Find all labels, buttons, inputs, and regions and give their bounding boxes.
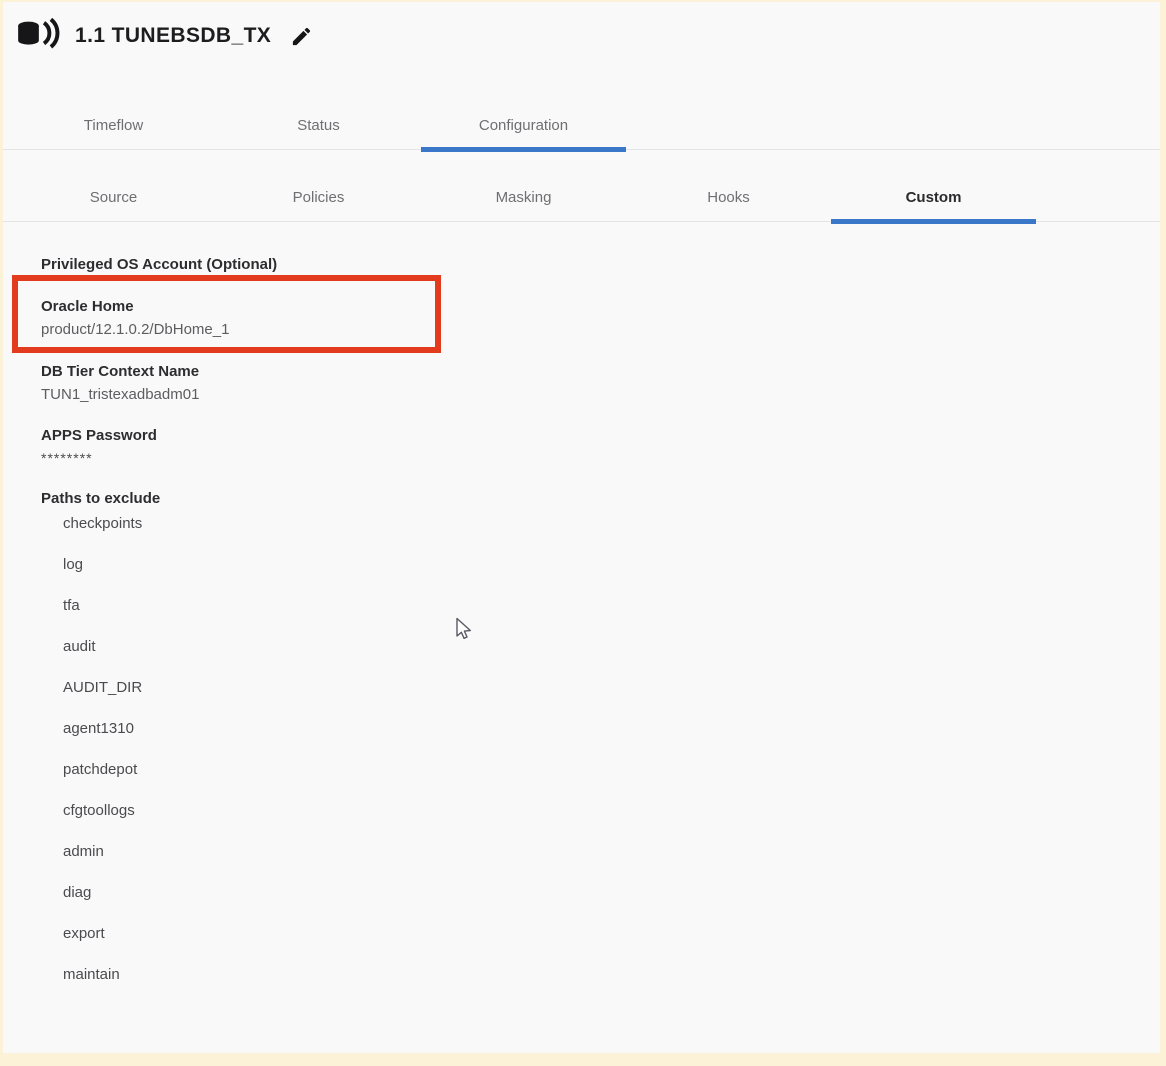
field-oracle-home: Oracle Home product/12.1.0.2/DbHome_1 <box>41 297 681 339</box>
field-db-tier-context-name: DB Tier Context Name TUN1_tristexadbadm0… <box>41 362 681 404</box>
custom-config-panel: Privileged OS Account (Optional) Oracle … <box>41 255 681 1007</box>
page-title: 1.1 TUNEBSDB_TX <box>75 24 271 48</box>
pencil-icon[interactable] <box>289 24 313 48</box>
primary-tab-bar: Timeflow Status Configuration <box>3 102 1160 150</box>
subtab-source[interactable]: Source <box>11 174 216 221</box>
mouse-cursor-icon <box>455 617 476 648</box>
page-header: 1.1 TUNEBSDB_TX <box>17 14 313 58</box>
field-label: Oracle Home <box>41 297 681 316</box>
subtab-masking[interactable]: Masking <box>421 174 626 221</box>
field-label: Paths to exclude <box>41 489 681 508</box>
field-value: product/12.1.0.2/DbHome_1 <box>41 320 681 339</box>
path-item: cfgtoollogs <box>63 801 681 820</box>
subtab-custom[interactable]: Custom <box>831 174 1036 221</box>
path-item: maintain <box>63 965 681 984</box>
virtual-database-icon <box>17 18 63 54</box>
subtab-policies[interactable]: Policies <box>216 174 421 221</box>
path-item: patchdepot <box>63 760 681 779</box>
path-item: checkpoints <box>63 514 681 533</box>
secondary-tab-bar: Source Policies Masking Hooks Custom <box>3 174 1160 222</box>
field-value: ******** <box>41 449 681 468</box>
field-value: TUN1_tristexadbadm01 <box>41 385 681 404</box>
field-label: APPS Password <box>41 426 681 445</box>
field-apps-password: APPS Password ******** <box>41 426 681 468</box>
field-label: DB Tier Context Name <box>41 362 681 381</box>
paths-list: checkpoints log tfa audit AUDIT_DIR agen… <box>41 514 681 984</box>
path-item: diag <box>63 883 681 902</box>
field-paths-to-exclude: Paths to exclude checkpoints log tfa aud… <box>41 489 681 984</box>
path-item: AUDIT_DIR <box>63 678 681 697</box>
page-container: 1.1 TUNEBSDB_TX Timeflow Status Configur… <box>3 2 1160 1053</box>
tab-configuration[interactable]: Configuration <box>421 102 626 149</box>
path-item: export <box>63 924 681 943</box>
path-item: audit <box>63 637 681 656</box>
subtab-hooks[interactable]: Hooks <box>626 174 831 221</box>
tab-status[interactable]: Status <box>216 102 421 149</box>
path-item: tfa <box>63 596 681 615</box>
path-item: admin <box>63 842 681 861</box>
path-item: log <box>63 555 681 574</box>
field-privileged-os-account: Privileged OS Account (Optional) <box>41 255 681 274</box>
tab-timeflow[interactable]: Timeflow <box>11 102 216 149</box>
path-item: agent1310 <box>63 719 681 738</box>
field-label: Privileged OS Account (Optional) <box>41 255 681 274</box>
